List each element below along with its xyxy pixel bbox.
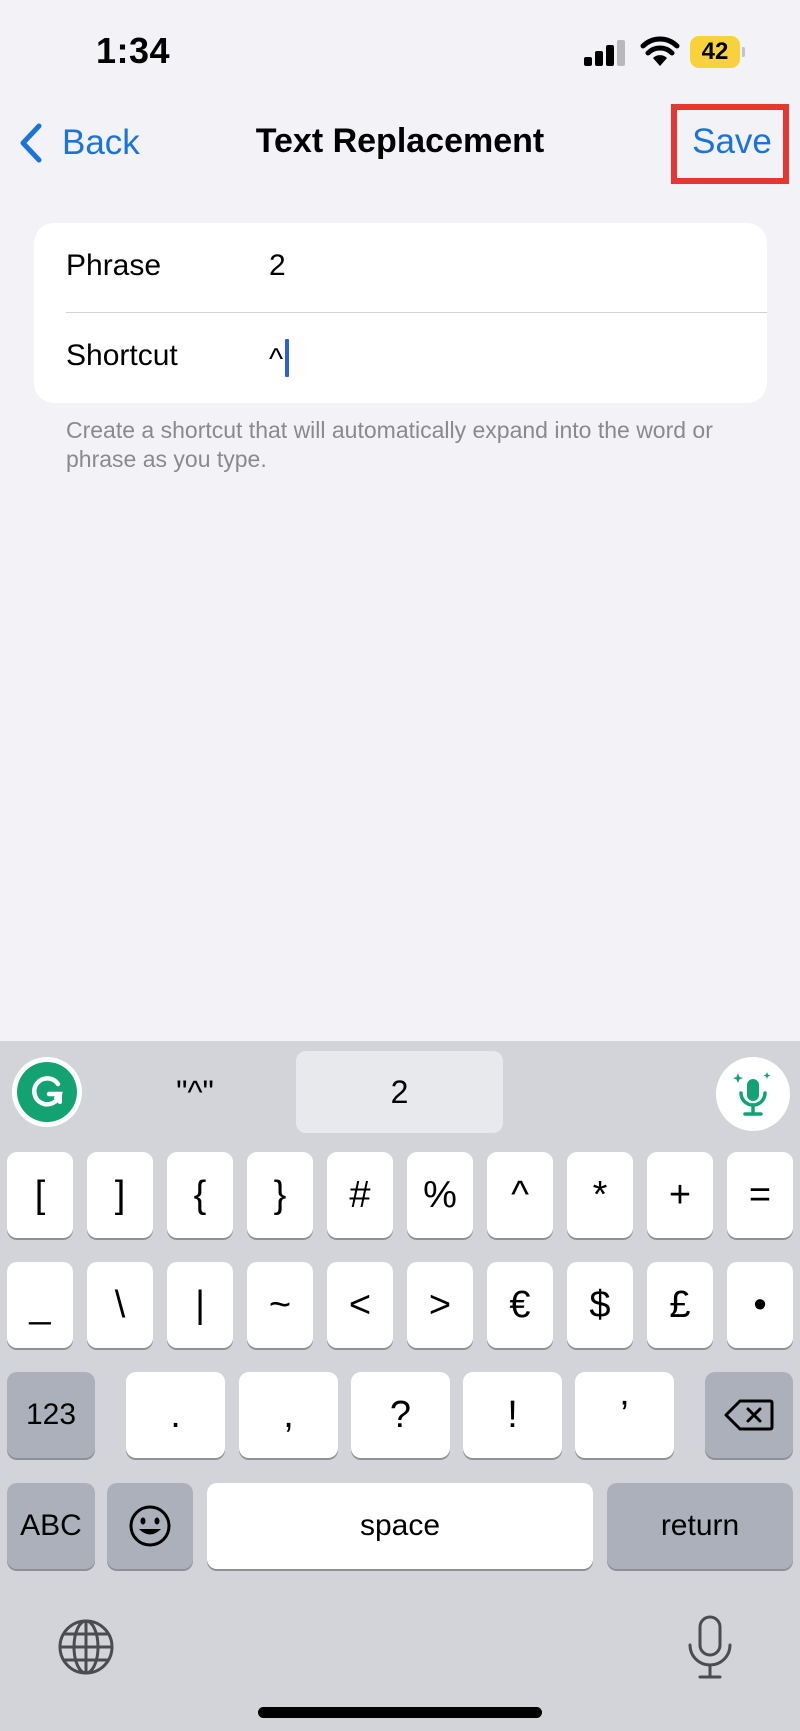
key-exclamation[interactable]: ! [463, 1372, 562, 1458]
shortcut-label: Shortcut [66, 339, 178, 372]
suggestion-primary[interactable]: 2 [296, 1051, 503, 1133]
key-apostrophe[interactable]: ’ [575, 1372, 674, 1458]
key-dollar[interactable]: $ [567, 1262, 633, 1348]
key-plus[interactable]: + [647, 1152, 713, 1238]
text-cursor [285, 339, 290, 377]
cellular-signal-icon [584, 40, 626, 66]
form-footnote: Create a shortcut that will automaticall… [66, 417, 713, 472]
phrase-label: Phrase [66, 249, 162, 282]
key-brace-close[interactable]: } [247, 1152, 313, 1238]
phrase-field[interactable]: 2 [269, 249, 286, 283]
navigation-bar: Back Text Replacement Save [0, 100, 800, 190]
key-percent[interactable]: % [407, 1152, 473, 1238]
key-caret[interactable]: ^ [487, 1152, 553, 1238]
key-asterisk[interactable]: * [567, 1152, 633, 1238]
return-key[interactable]: return [607, 1483, 793, 1569]
key-backslash[interactable]: \ [87, 1262, 153, 1348]
key-bracket-open[interactable]: [ [7, 1152, 73, 1238]
shortcut-field[interactable]: ^ [269, 339, 290, 377]
globe-icon[interactable] [56, 1617, 116, 1677]
status-time: 1:34 [96, 30, 171, 71]
key-pipe[interactable]: | [167, 1262, 233, 1348]
emoji-icon [129, 1505, 171, 1547]
key-bracket-close[interactable]: ] [87, 1152, 153, 1238]
key-bullet[interactable]: • [727, 1262, 793, 1348]
emoji-key[interactable] [107, 1483, 193, 1569]
abc-key[interactable]: ABC [7, 1483, 95, 1569]
mic-sparkle-icon[interactable] [716, 1057, 790, 1131]
wifi-icon [640, 36, 680, 66]
save-button[interactable]: Save [680, 122, 784, 162]
battery-level: 42 [690, 36, 740, 68]
key-tilde[interactable]: ~ [247, 1262, 313, 1348]
mic-icon[interactable] [684, 1615, 736, 1681]
suggestion-bar: "^" 2 [0, 1041, 800, 1141]
key-brace-open[interactable]: { [167, 1152, 233, 1238]
key-hash[interactable]: # [327, 1152, 393, 1238]
keyboard-bottom-bar [0, 1571, 800, 1731]
numbers-mode-key[interactable]: 123 [7, 1372, 95, 1458]
key-less-than[interactable]: < [327, 1262, 393, 1348]
shortcut-value: ^ [269, 343, 284, 376]
backspace-key[interactable] [705, 1372, 793, 1458]
key-comma[interactable]: , [239, 1372, 338, 1458]
text-replacement-form: Phrase 2 Shortcut ^ [34, 223, 767, 403]
key-greater-than[interactable]: > [407, 1262, 473, 1348]
battery-icon: 42 [690, 36, 745, 68]
grammarly-button[interactable] [12, 1057, 82, 1127]
key-underscore[interactable]: _ [7, 1262, 73, 1348]
space-key[interactable]: space [207, 1483, 593, 1569]
phrase-row[interactable]: Phrase 2 [34, 223, 767, 313]
backspace-icon [724, 1399, 774, 1431]
key-question[interactable]: ? [351, 1372, 450, 1458]
key-equals[interactable]: = [727, 1152, 793, 1238]
status-bar: 1:34 42 [0, 0, 800, 100]
grammarly-icon [17, 1062, 77, 1122]
key-period[interactable]: . [126, 1372, 225, 1458]
shortcut-row[interactable]: Shortcut ^ [34, 313, 767, 403]
home-indicator[interactable] [258, 1707, 542, 1718]
screen: 1:34 42 Back Text Replacement Save Phras… [0, 0, 800, 1731]
key-pound[interactable]: £ [647, 1262, 713, 1348]
key-euro[interactable]: € [487, 1262, 553, 1348]
suggestion-quoted[interactable]: "^" [100, 1051, 290, 1133]
